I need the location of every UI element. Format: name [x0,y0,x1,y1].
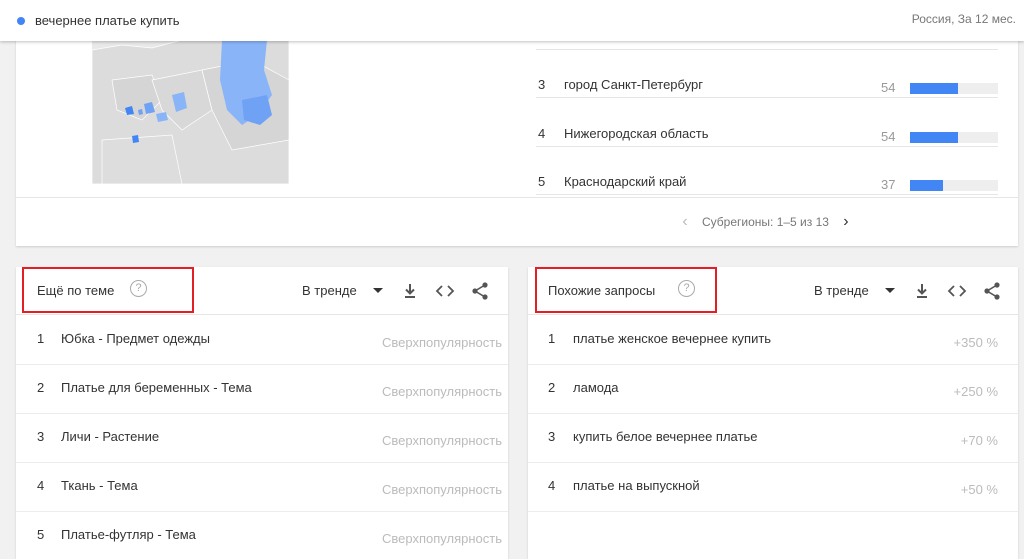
related-topics-card: Ещё по теме ? В тренде 1 Юбка - Предмет … [16,267,508,559]
region-row[interactable]: 5 Краснодарский край 37 [536,147,998,195]
region-bar [910,132,998,143]
pager-label: Субрегионы: 1–5 из 13 [702,215,829,229]
term-color-dot [17,16,25,25]
region-bar-fill [910,180,943,191]
card-header: Ещё по теме ? В тренде [16,267,508,315]
region-rank: 3 [538,77,546,92]
item-rank: 5 [37,527,45,542]
item-value: Сверхпопулярность [382,482,502,497]
item-rank: 1 [37,331,45,346]
item-rank: 2 [548,380,556,395]
trend-filter-select[interactable]: В тренде [814,283,869,298]
region-name[interactable]: город Санкт-Петербург [564,77,703,92]
item-value: +70 % [960,433,998,448]
search-term-bar: вечернее платье купить Россия, За 12 мес… [0,0,1024,41]
region-rank: 4 [538,126,546,141]
list-item[interactable]: 1 Юбка - Предмет одежды Сверхпопулярност… [16,316,508,365]
item-value: Сверхпопулярность [382,531,502,546]
item-value: Сверхпопулярность [382,335,502,350]
share-icon[interactable] [470,281,490,301]
item-value: +350 % [953,335,998,350]
item-name[interactable]: Ткань - Тема [61,478,138,493]
region-name[interactable]: Краснодарский край [564,174,686,189]
share-icon[interactable] [982,281,1002,301]
item-rank: 2 [37,380,45,395]
item-name[interactable]: платье женское вечернее купить [573,331,771,346]
card-title: Ещё по теме [37,283,115,298]
card-divider [16,197,1018,198]
region-pager: ‹ Субрегионы: 1–5 из 13 › [676,213,855,231]
help-circle-icon[interactable]: ? [130,280,147,297]
download-icon[interactable] [912,281,932,301]
region-value: 37 [881,177,896,192]
item-name[interactable]: Платье-футляр - Тема [61,527,196,542]
help-circle-icon[interactable]: ? [678,280,695,297]
region-bar [910,83,998,94]
item-value: +50 % [960,482,998,497]
region-name[interactable]: Нижегородская область [564,126,709,141]
embed-code-icon[interactable] [435,281,455,301]
embed-code-icon[interactable] [947,281,967,301]
regions-card: 3 город Санкт-Петербург 54 4 Нижегородск… [16,40,1018,246]
chevron-down-icon[interactable] [373,288,383,293]
chevron-left-icon[interactable]: ‹ [676,213,694,231]
list-item[interactable]: 3 купить белое вечернее платье +70 % [528,414,1018,463]
item-value: Сверхпопулярность [382,433,502,448]
list-item[interactable]: 2 ламода +250 % [528,365,1018,414]
region-bar-fill [910,83,958,94]
item-name[interactable]: Юбка - Предмет одежды [61,331,210,346]
related-queries-card: Похожие запросы ? В тренде 1 платье женс… [528,267,1018,559]
item-name[interactable]: Платье для беременных - Тема [61,380,252,395]
card-title: Похожие запросы [548,283,656,298]
item-rank: 3 [37,429,45,444]
item-name[interactable]: Личи - Растение [61,429,159,444]
item-name[interactable]: платье на выпускной [573,478,700,493]
item-rank: 4 [548,478,556,493]
list-item[interactable]: 4 Ткань - Тема Сверхпопулярность [16,463,508,512]
region-period-label: Россия, За 12 мес. [911,12,1016,26]
trend-filter-select[interactable]: В тренде [302,283,357,298]
region-map[interactable] [92,40,289,184]
region-bar-fill [910,132,958,143]
download-icon[interactable] [400,281,420,301]
item-value: Сверхпопулярность [382,384,502,399]
list-item[interactable]: 1 платье женское вечернее купить +350 % [528,316,1018,365]
region-row[interactable]: 4 Нижегородская область 54 [536,99,998,147]
list-item[interactable]: 5 Платье-футляр - Тема Сверхпопулярность [16,512,508,559]
item-name[interactable]: купить белое вечернее платье [573,429,757,444]
card-header: Похожие запросы ? В тренде [528,267,1018,315]
region-value: 54 [881,129,896,144]
item-rank: 4 [37,478,45,493]
region-row[interactable]: 3 город Санкт-Петербург 54 [536,50,998,98]
list-item[interactable]: 3 Личи - Растение Сверхпопулярность [16,414,508,463]
chevron-down-icon[interactable] [885,288,895,293]
item-name[interactable]: ламода [573,380,619,395]
item-rank: 3 [548,429,556,444]
item-value: +250 % [953,384,998,399]
list-item[interactable]: 4 платье на выпускной +50 % [528,463,1018,512]
region-bar [910,180,998,191]
region-rank: 5 [538,174,546,189]
list-item[interactable]: 2 Платье для беременных - Тема Сверхпопу… [16,365,508,414]
item-rank: 1 [548,331,556,346]
chevron-right-icon[interactable]: › [837,213,855,231]
region-value: 54 [881,80,896,95]
search-term[interactable]: вечернее платье купить [35,13,180,28]
